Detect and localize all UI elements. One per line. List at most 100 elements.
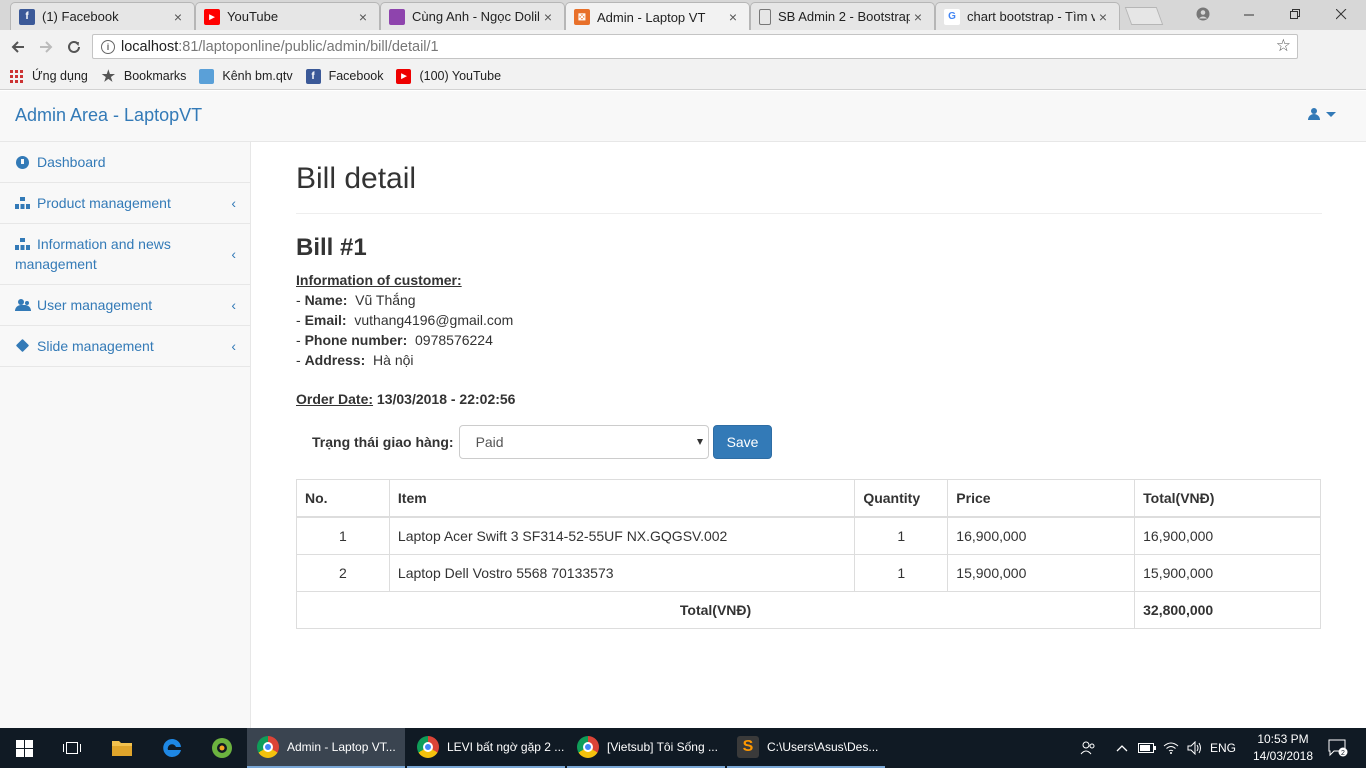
customer-address: Hà nội <box>373 352 414 368</box>
browser-tab[interactable]: ⊠ Admin - Laptop VT × <box>565 2 750 31</box>
tab-close-icon[interactable]: × <box>725 9 741 25</box>
caret-down-icon <box>1326 112 1336 117</box>
bookmark-apps[interactable]: Ứng dụng <box>10 69 88 83</box>
row-price: 15,900,000 <box>947 554 1136 592</box>
taskbar-item-vietsub[interactable]: [Vietsub] Tôi Sống ... <box>567 728 725 768</box>
user-menu-toggle[interactable] <box>1308 108 1336 121</box>
sidebar-item-product[interactable]: Product management ‹ <box>0 183 250 224</box>
bookmark-label: Kênh bm.qtv <box>222 69 293 83</box>
coccoc-icon[interactable] <box>198 728 246 768</box>
browser-tab-title: SB Admin 2 - Bootstrap <box>778 9 910 24</box>
taskbar-item-sublime[interactable]: S C:\Users\Asus\Des... <box>727 728 885 768</box>
site-info-icon[interactable]: i <box>101 39 115 54</box>
taskbar: Admin - Laptop VT... LEVI bất ngờ gặp 2 … <box>0 728 1366 768</box>
browser-tab[interactable]: Cùng Anh - Ngọc Dolil, × <box>380 2 565 30</box>
taskbar-item-label: C:\Users\Asus\Des... <box>767 740 879 754</box>
sidebar-item-users[interactable]: User management ‹ <box>0 285 250 326</box>
browser-tab[interactable]: ▶ YouTube × <box>195 2 380 30</box>
url-field[interactable]: i localhost:81/laptoponline/public/admin… <box>92 34 1298 59</box>
admin-page: Admin Area - LaptopVT Dashboard Product … <box>0 91 1366 728</box>
tab-close-icon[interactable]: × <box>910 9 926 25</box>
table-header-row: No. Item Quantity Price Total(VNĐ) <box>296 479 1321 518</box>
people-icon[interactable] <box>1076 728 1100 768</box>
taskbar-item-label: Admin - Laptop VT... <box>287 740 396 754</box>
sidebar-item-slides[interactable]: Slide management ‹ <box>0 326 250 367</box>
url-path: :81/laptoponline/public/admin/bill/detai… <box>178 38 439 55</box>
taskbar-item-admin[interactable]: Admin - Laptop VT... <box>247 728 405 768</box>
customer-phone: 0978576224 <box>415 332 493 348</box>
order-date: 13/03/2018 - 22:02:56 <box>376 391 516 407</box>
customer-info: Information of customer: - Name: Vũ Thắn… <box>296 270 1322 370</box>
address-bar-row: i localhost:81/laptoponline/public/admin… <box>0 30 1366 92</box>
task-view-icon[interactable] <box>48 728 96 768</box>
name-label: Name: <box>304 292 348 308</box>
column-header: Quantity <box>854 479 949 518</box>
browser-tab[interactable]: Gchart bootstrap - Tìm v × <box>935 2 1120 30</box>
sidebar-item-news[interactable]: Information and news management ‹ <box>0 224 250 285</box>
url-host: localhost <box>121 38 179 55</box>
window-close-icon[interactable] <box>1318 0 1364 28</box>
clock-date: 14/03/2018 <box>1252 749 1314 763</box>
forward-icon[interactable] <box>34 35 58 59</box>
show-hidden-icons-icon[interactable] <box>1112 728 1132 768</box>
address-label: Address: <box>304 352 366 368</box>
tab-close-icon[interactable]: × <box>170 9 186 25</box>
language-indicator[interactable]: ENG <box>1208 728 1238 768</box>
row-number: 2 <box>296 554 390 592</box>
tab-close-icon[interactable]: × <box>540 9 556 25</box>
windows-start-icon[interactable] <box>0 728 48 768</box>
delivery-status-select[interactable]: Paid <box>458 425 709 459</box>
tab-close-icon[interactable]: × <box>355 9 371 25</box>
sidebar-item-label: Dashboard <box>37 154 106 170</box>
row-item: Laptop Acer Swift 3 SF314-52-55UF NX.GQG… <box>388 516 856 555</box>
youtube-icon: ▶ <box>396 68 412 84</box>
bookmark-label: Bookmarks <box>123 69 187 83</box>
customer-name-line: - Name: Vũ Thắng <box>296 292 416 308</box>
battery-icon[interactable] <box>1136 728 1158 768</box>
brand-link[interactable]: Admin Area - LaptopVT <box>15 105 202 126</box>
wifi-icon[interactable] <box>1160 728 1182 768</box>
action-center-icon[interactable]: 2 <box>1322 728 1354 768</box>
sidebar-item-label: Information and news management <box>15 236 171 272</box>
bookmark-kenh[interactable]: Kênh bm.qtv <box>199 68 293 84</box>
profile-icon[interactable] <box>1180 0 1226 28</box>
bookmark-youtube[interactable]: ▶ (100) YouTube <box>396 68 502 84</box>
back-icon[interactable] <box>6 35 30 59</box>
bookmark-star-icon[interactable]: ☆ <box>1276 36 1291 56</box>
chrome-icon <box>417 736 439 758</box>
minimize-icon[interactable] <box>1226 0 1272 28</box>
browser-tab-title: chart bootstrap - Tìm v <box>967 9 1095 24</box>
cloud-icon <box>199 68 215 84</box>
tab-close-icon[interactable]: × <box>1095 9 1111 25</box>
sidebar-item-dashboard[interactable]: Dashboard <box>0 142 250 183</box>
dashboard-icon <box>15 155 31 169</box>
chrome-icon <box>577 736 599 758</box>
customer-email-line: - Email: vuthang4196@gmail.com <box>296 312 514 328</box>
edge-icon[interactable] <box>148 728 196 768</box>
page-title: Bill detail <box>296 162 1322 214</box>
row-item: Laptop Dell Vostro 5568 70133573 <box>388 554 856 592</box>
browser-tab-title: YouTube <box>227 9 279 24</box>
volume-icon[interactable] <box>1184 728 1206 768</box>
new-tab-button[interactable] <box>1124 7 1164 25</box>
clock[interactable]: 10:53 PM 14/03/2018 <box>1242 731 1324 765</box>
bookmark-bookmarks[interactable]: ★ Bookmarks <box>101 68 187 85</box>
table-row: 1 Laptop Acer Swift 3 SF314-52-55UF NX.G… <box>296 516 1321 555</box>
taskbar-item-levi[interactable]: LEVI bất ngờ gặp 2 ... <box>407 728 565 768</box>
apps-icon <box>10 69 23 83</box>
file-explorer-icon[interactable] <box>98 728 146 768</box>
chevron-left-icon: ‹ <box>231 338 236 354</box>
bookmark-label: (100) YouTube <box>419 69 502 83</box>
chevron-left-icon: ‹ <box>231 246 236 262</box>
row-total: 16,900,000 <box>1134 516 1321 555</box>
sidebar-item-label: User management <box>37 297 153 313</box>
reload-icon[interactable] <box>62 35 86 59</box>
restore-icon[interactable] <box>1272 0 1318 28</box>
save-button[interactable]: Save <box>712 425 773 459</box>
browser-tab[interactable]: SB Admin 2 - Bootstrap × <box>750 2 935 30</box>
table-row: 2 Laptop Dell Vostro 5568 70133573 1 15,… <box>296 554 1321 592</box>
browser-tab[interactable]: f (1) Facebook × <box>10 2 195 30</box>
bookmark-facebook[interactable]: f Facebook <box>305 68 383 84</box>
delivery-status-label: Trạng thái giao hàng: <box>312 434 454 450</box>
sublime-icon: S <box>737 736 759 758</box>
